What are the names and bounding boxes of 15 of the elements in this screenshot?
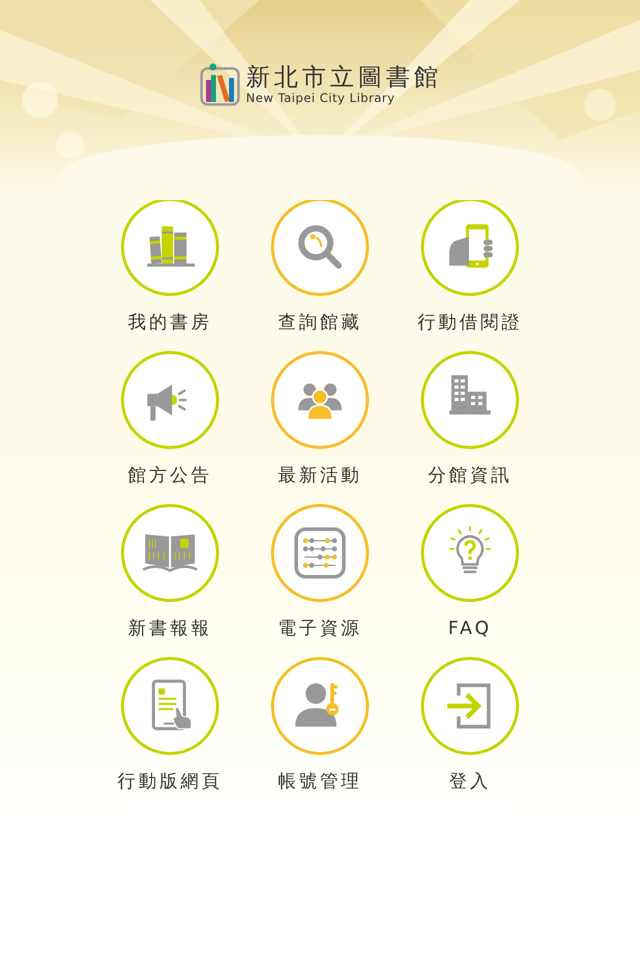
menu-button[interactable]: 電子資源 [245,504,395,644]
logo-title: 新北市立圖書館 [246,63,442,91]
menu-button[interactable]: 最新活動 [245,351,395,491]
menu-button[interactable]: 行動版網頁 [95,657,245,797]
menu-button[interactable]: 分館資訊 [395,351,545,491]
menu-button[interactable]: FAQ [395,504,545,644]
logo-subtitle: New Taipei City Library [246,91,396,105]
menu-button[interactable]: 登入 [395,657,545,797]
menu-button[interactable]: 新書報報 [95,504,245,644]
menu-button[interactable]: 查詢館藏 [245,198,395,338]
library-logo-icon [200,62,240,106]
menu-button[interactable]: 館方公告 [95,351,245,491]
menu-button[interactable]: 行動借閱證 [395,198,545,338]
menu-button[interactable]: 我的書房 [95,198,245,338]
menu-button[interactable]: 帳號管理 [245,657,395,797]
